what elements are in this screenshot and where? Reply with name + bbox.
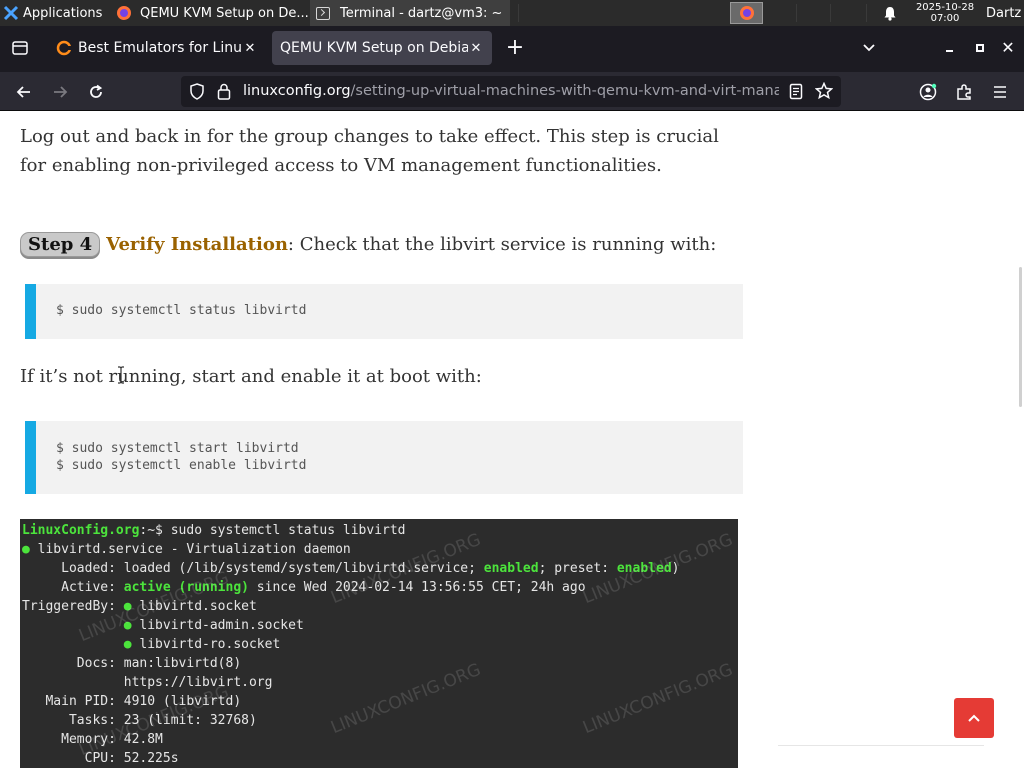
applications-menu[interactable]: Applications [0,0,108,26]
window-close-button[interactable]: ✕ [998,38,1018,58]
reload-button[interactable] [84,80,108,104]
list-all-tabs-button[interactable] [6,34,34,62]
tab-list-icon [12,41,28,55]
terminal-line-triggered: TriggeredBy: ● libvirtd.socket [22,599,257,614]
extensions-icon [957,84,971,100]
panel-separator [796,4,797,22]
sidebar-divider [778,745,984,746]
star-icon[interactable] [815,82,833,100]
maximize-button[interactable] [970,38,990,58]
tab-qemu-kvm-setup[interactable]: QEMU KVM Setup on Debian ✕ [272,31,492,65]
terminal-line-tasks: Tasks: 23 (limit: 32768) [22,713,257,728]
close-icon[interactable]: ✕ [242,41,258,56]
minimize-button[interactable] [940,38,960,58]
user-name: Dartz [986,5,1022,21]
close-icon: ✕ [1001,38,1015,57]
clock-date: 2025-10-28 [915,2,975,13]
scroll-to-top-button[interactable] [954,698,994,738]
terminal-line-triggered: ● libvirtd-ro.socket [123,637,281,652]
back-button[interactable] [12,80,36,104]
url-host: linuxconfig.org [243,83,351,99]
code-line: $ sudo systemctl enable libvirtd [56,458,307,473]
paragraph-start-enable: If it’s not running, start and enable it… [20,366,482,387]
step-title: Verify Installation [106,233,288,255]
panel-separator [518,4,519,22]
panel-separator [866,4,867,22]
terminal-icon [316,6,330,20]
page-scrollbar[interactable] [1019,267,1022,407]
terminal-line-service: ● libvirtd.service - Virtualization daem… [22,542,351,557]
os-top-panel: Applications QEMU KVM Setup on De... Ter… [0,0,1024,26]
taskbar-firefox-title: QEMU KVM Setup on De... [140,5,309,21]
bell-icon [884,6,896,21]
terminal-line-memory: Memory: 42.8M [22,732,163,747]
taskbar-firefox-window[interactable]: QEMU KVM Setup on De... [110,0,310,26]
firefox-icon [117,6,131,20]
code-block-start-enable[interactable]: $ sudo systemctl start libvirtd $ sudo s… [25,421,743,494]
terminal-line-prompt: LinuxConfig.org:~$ sudo systemctl status… [22,523,406,538]
url-text[interactable]: linuxconfig.org/setting-up-virtual-machi… [243,76,779,107]
extensions-button[interactable] [952,80,976,104]
chevron-down-icon [863,44,875,52]
clock[interactable]: 2025-10-28 07:00 [910,0,980,26]
app-menu-button[interactable] [988,80,1012,104]
terminal-line-triggered: ● libvirtd-admin.socket [123,618,304,633]
panel-separator [830,4,831,22]
applications-label: Applications [23,5,103,21]
step-description: : Check that the libvirt service is runn… [287,233,717,255]
clock-time: 07:00 [930,13,960,24]
forward-arrow-icon [54,86,68,98]
firefox-launcher[interactable] [730,2,763,24]
web-page-content: Log out and back in for the group change… [0,112,1024,768]
browser-tab-strip: Best Emulators for Linux ✕ QEMU KVM Setu… [0,26,1024,72]
terminal-screenshot-image: LinuxConfig.org:~$ sudo systemctl status… [20,519,738,768]
account-button[interactable] [916,80,940,104]
back-arrow-icon [16,86,30,98]
plus-icon: + [505,35,525,60]
terminal-line-pid: Main PID: 4910 (libvirtd) [22,694,242,709]
chevron-up-icon [968,714,980,722]
watermark: LINUXCONFIG.ORG [580,659,736,739]
firefox-icon [739,6,754,20]
terminal-line-loaded: Loaded: loaded (/lib/systemd/system/libv… [22,561,680,576]
terminal-line-active: Active: active (running) since Wed 2024-… [22,580,586,595]
code-line: $ sudo systemctl start libvirtd [56,441,299,456]
minimize-icon [946,50,953,52]
forward-button[interactable] [48,80,72,104]
new-tab-button[interactable]: + [502,36,528,62]
text-cursor-icon [118,366,124,384]
taskbar-terminal-title: Terminal - dartz@vm3: ~ [340,5,503,21]
terminal-line-docs: Docs: man:libvirtd(8) [22,656,242,671]
shield-icon[interactable] [189,83,205,100]
user-menu[interactable]: Dartz [986,0,1024,26]
terminal-line-docs: https://libvirt.org [22,675,273,690]
site-favicon-icon [56,40,72,56]
navigation-toolbar: linuxconfig.org/setting-up-virtual-machi… [0,72,1024,111]
hamburger-menu-icon [994,86,1006,98]
url-path: /setting-up-virtual-machines-with-qemu-k… [350,83,779,99]
step-4-heading: Step 4 Verify Installation : Check that … [20,229,750,259]
lock-icon[interactable] [217,83,231,100]
reload-icon [90,84,103,98]
terminal-line-cpu: CPU: 52.225s [22,751,179,766]
watermark: LINUXCONFIG.ORG [328,659,484,739]
tab-title: QEMU KVM Setup on Debian [280,40,468,56]
reader-view-icon[interactable] [789,83,803,100]
paragraph-group-changes: Log out and back in for the group change… [20,126,719,176]
tabs-dropdown-button[interactable] [862,38,884,60]
close-icon[interactable]: ✕ [468,41,484,56]
step-badge: Step 4 [20,231,101,257]
tab-best-emulators[interactable]: Best Emulators for Linux ✕ [48,31,266,65]
xfce-logo-icon [3,5,19,21]
notifications-button[interactable] [880,0,900,26]
code-line: $ sudo systemctl status libvirtd [56,303,307,318]
account-icon [919,83,937,101]
code-block-status[interactable]: $ sudo systemctl status libvirtd [25,284,743,339]
tab-title: Best Emulators for Linux [78,40,242,56]
maximize-icon [976,44,984,52]
taskbar-terminal-window[interactable]: Terminal - dartz@vm3: ~ [310,0,510,26]
address-bar[interactable]: linuxconfig.org/setting-up-virtual-machi… [181,76,841,107]
